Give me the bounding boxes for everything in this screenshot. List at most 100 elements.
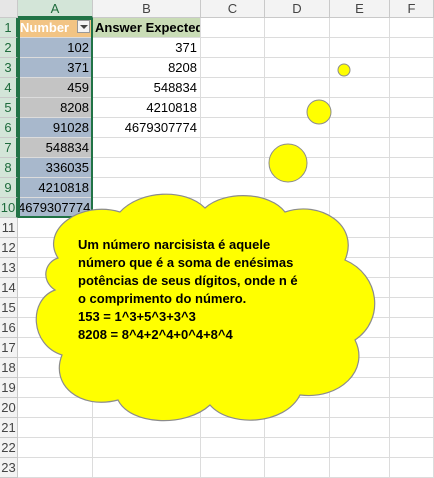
cell-f21[interactable]	[390, 418, 434, 438]
cell-d18[interactable]	[265, 358, 330, 378]
cell-d10[interactable]	[265, 198, 330, 218]
cell-b22[interactable]	[93, 438, 201, 458]
row-header-14[interactable]: 14	[0, 278, 18, 298]
row-header-9[interactable]: 9	[0, 178, 18, 198]
cell-e8[interactable]	[330, 158, 390, 178]
cell-e15[interactable]	[330, 298, 390, 318]
cell-f17[interactable]	[390, 338, 434, 358]
cell-b7[interactable]	[93, 138, 201, 158]
cell-a2[interactable]: 102	[18, 38, 93, 58]
cell-b4[interactable]: 548834	[93, 78, 201, 98]
cell-c3[interactable]	[201, 58, 265, 78]
cell-e23[interactable]	[330, 458, 390, 478]
cell-d3[interactable]	[265, 58, 330, 78]
cell-b11[interactable]	[93, 218, 201, 238]
row-header-22[interactable]: 22	[0, 438, 18, 458]
cell-e1[interactable]	[330, 18, 390, 38]
cell-f16[interactable]	[390, 318, 434, 338]
cell-c10[interactable]	[201, 198, 265, 218]
cell-c21[interactable]	[201, 418, 265, 438]
cell-d11[interactable]	[265, 218, 330, 238]
cell-d20[interactable]	[265, 398, 330, 418]
column-header-f[interactable]: F	[390, 0, 434, 18]
cell-d4[interactable]	[265, 78, 330, 98]
cell-d9[interactable]	[265, 178, 330, 198]
cell-e10[interactable]	[330, 198, 390, 218]
cell-e17[interactable]	[330, 338, 390, 358]
column-header-a[interactable]: A	[18, 0, 93, 18]
cell-f5[interactable]	[390, 98, 434, 118]
select-all-corner[interactable]	[0, 0, 18, 18]
cell-f8[interactable]	[390, 158, 434, 178]
cell-e16[interactable]	[330, 318, 390, 338]
cell-d6[interactable]	[265, 118, 330, 138]
cell-e14[interactable]	[330, 278, 390, 298]
row-header-4[interactable]: 4	[0, 78, 18, 98]
row-header-3[interactable]: 3	[0, 58, 18, 78]
cell-e2[interactable]	[330, 38, 390, 58]
cell-d2[interactable]	[265, 38, 330, 58]
cell-a8[interactable]: 336035	[18, 158, 93, 178]
row-header-11[interactable]: 11	[0, 218, 18, 238]
cell-c8[interactable]	[201, 158, 265, 178]
row-header-23[interactable]: 23	[0, 458, 18, 478]
filter-dropdown-icon[interactable]	[77, 20, 90, 33]
cell-e3[interactable]	[330, 58, 390, 78]
cell-c4[interactable]	[201, 78, 265, 98]
cell-a1[interactable]: Number	[18, 18, 93, 38]
cell-e19[interactable]	[330, 378, 390, 398]
cell-d7[interactable]	[265, 138, 330, 158]
row-header-2[interactable]: 2	[0, 38, 18, 58]
cell-f12[interactable]	[390, 238, 434, 258]
cell-a3[interactable]: 371	[18, 58, 93, 78]
cell-e18[interactable]	[330, 358, 390, 378]
column-header-c[interactable]: C	[201, 0, 265, 18]
cell-c22[interactable]	[201, 438, 265, 458]
cell-f9[interactable]	[390, 178, 434, 198]
cell-a23[interactable]	[18, 458, 93, 478]
cell-f20[interactable]	[390, 398, 434, 418]
cell-b9[interactable]	[93, 178, 201, 198]
column-header-b[interactable]: B	[93, 0, 201, 18]
cell-f19[interactable]	[390, 378, 434, 398]
cell-b6[interactable]: 4679307774	[93, 118, 201, 138]
row-header-19[interactable]: 19	[0, 378, 18, 398]
cell-c5[interactable]	[201, 98, 265, 118]
cell-f2[interactable]	[390, 38, 434, 58]
cell-e11[interactable]	[330, 218, 390, 238]
cell-f18[interactable]	[390, 358, 434, 378]
cell-f23[interactable]	[390, 458, 434, 478]
row-header-15[interactable]: 15	[0, 298, 18, 318]
cell-b10[interactable]	[93, 198, 201, 218]
cell-d23[interactable]	[265, 458, 330, 478]
cell-c11[interactable]	[201, 218, 265, 238]
cell-f11[interactable]	[390, 218, 434, 238]
cell-b5[interactable]: 4210818	[93, 98, 201, 118]
cell-a18[interactable]	[18, 358, 93, 378]
cell-c23[interactable]	[201, 458, 265, 478]
cell-d22[interactable]	[265, 438, 330, 458]
cell-e22[interactable]	[330, 438, 390, 458]
cell-e9[interactable]	[330, 178, 390, 198]
row-header-8[interactable]: 8	[0, 158, 18, 178]
cell-b20[interactable]	[93, 398, 201, 418]
row-header-16[interactable]: 16	[0, 318, 18, 338]
cell-b21[interactable]	[93, 418, 201, 438]
row-header-18[interactable]: 18	[0, 358, 18, 378]
cell-f13[interactable]	[390, 258, 434, 278]
row-header-1[interactable]: 1	[0, 18, 18, 38]
cell-d21[interactable]	[265, 418, 330, 438]
cell-b19[interactable]	[93, 378, 201, 398]
row-header-12[interactable]: 12	[0, 238, 18, 258]
cell-b23[interactable]	[93, 458, 201, 478]
cell-b8[interactable]	[93, 158, 201, 178]
row-header-17[interactable]: 17	[0, 338, 18, 358]
cell-c18[interactable]	[201, 358, 265, 378]
cell-a22[interactable]	[18, 438, 93, 458]
cell-a10[interactable]: 4679307774	[18, 198, 93, 218]
cell-e20[interactable]	[330, 398, 390, 418]
column-header-e[interactable]: E	[330, 0, 390, 18]
cell-c1[interactable]	[201, 18, 265, 38]
cell-e6[interactable]	[330, 118, 390, 138]
cell-b1[interactable]: Answer Expected	[93, 18, 201, 38]
